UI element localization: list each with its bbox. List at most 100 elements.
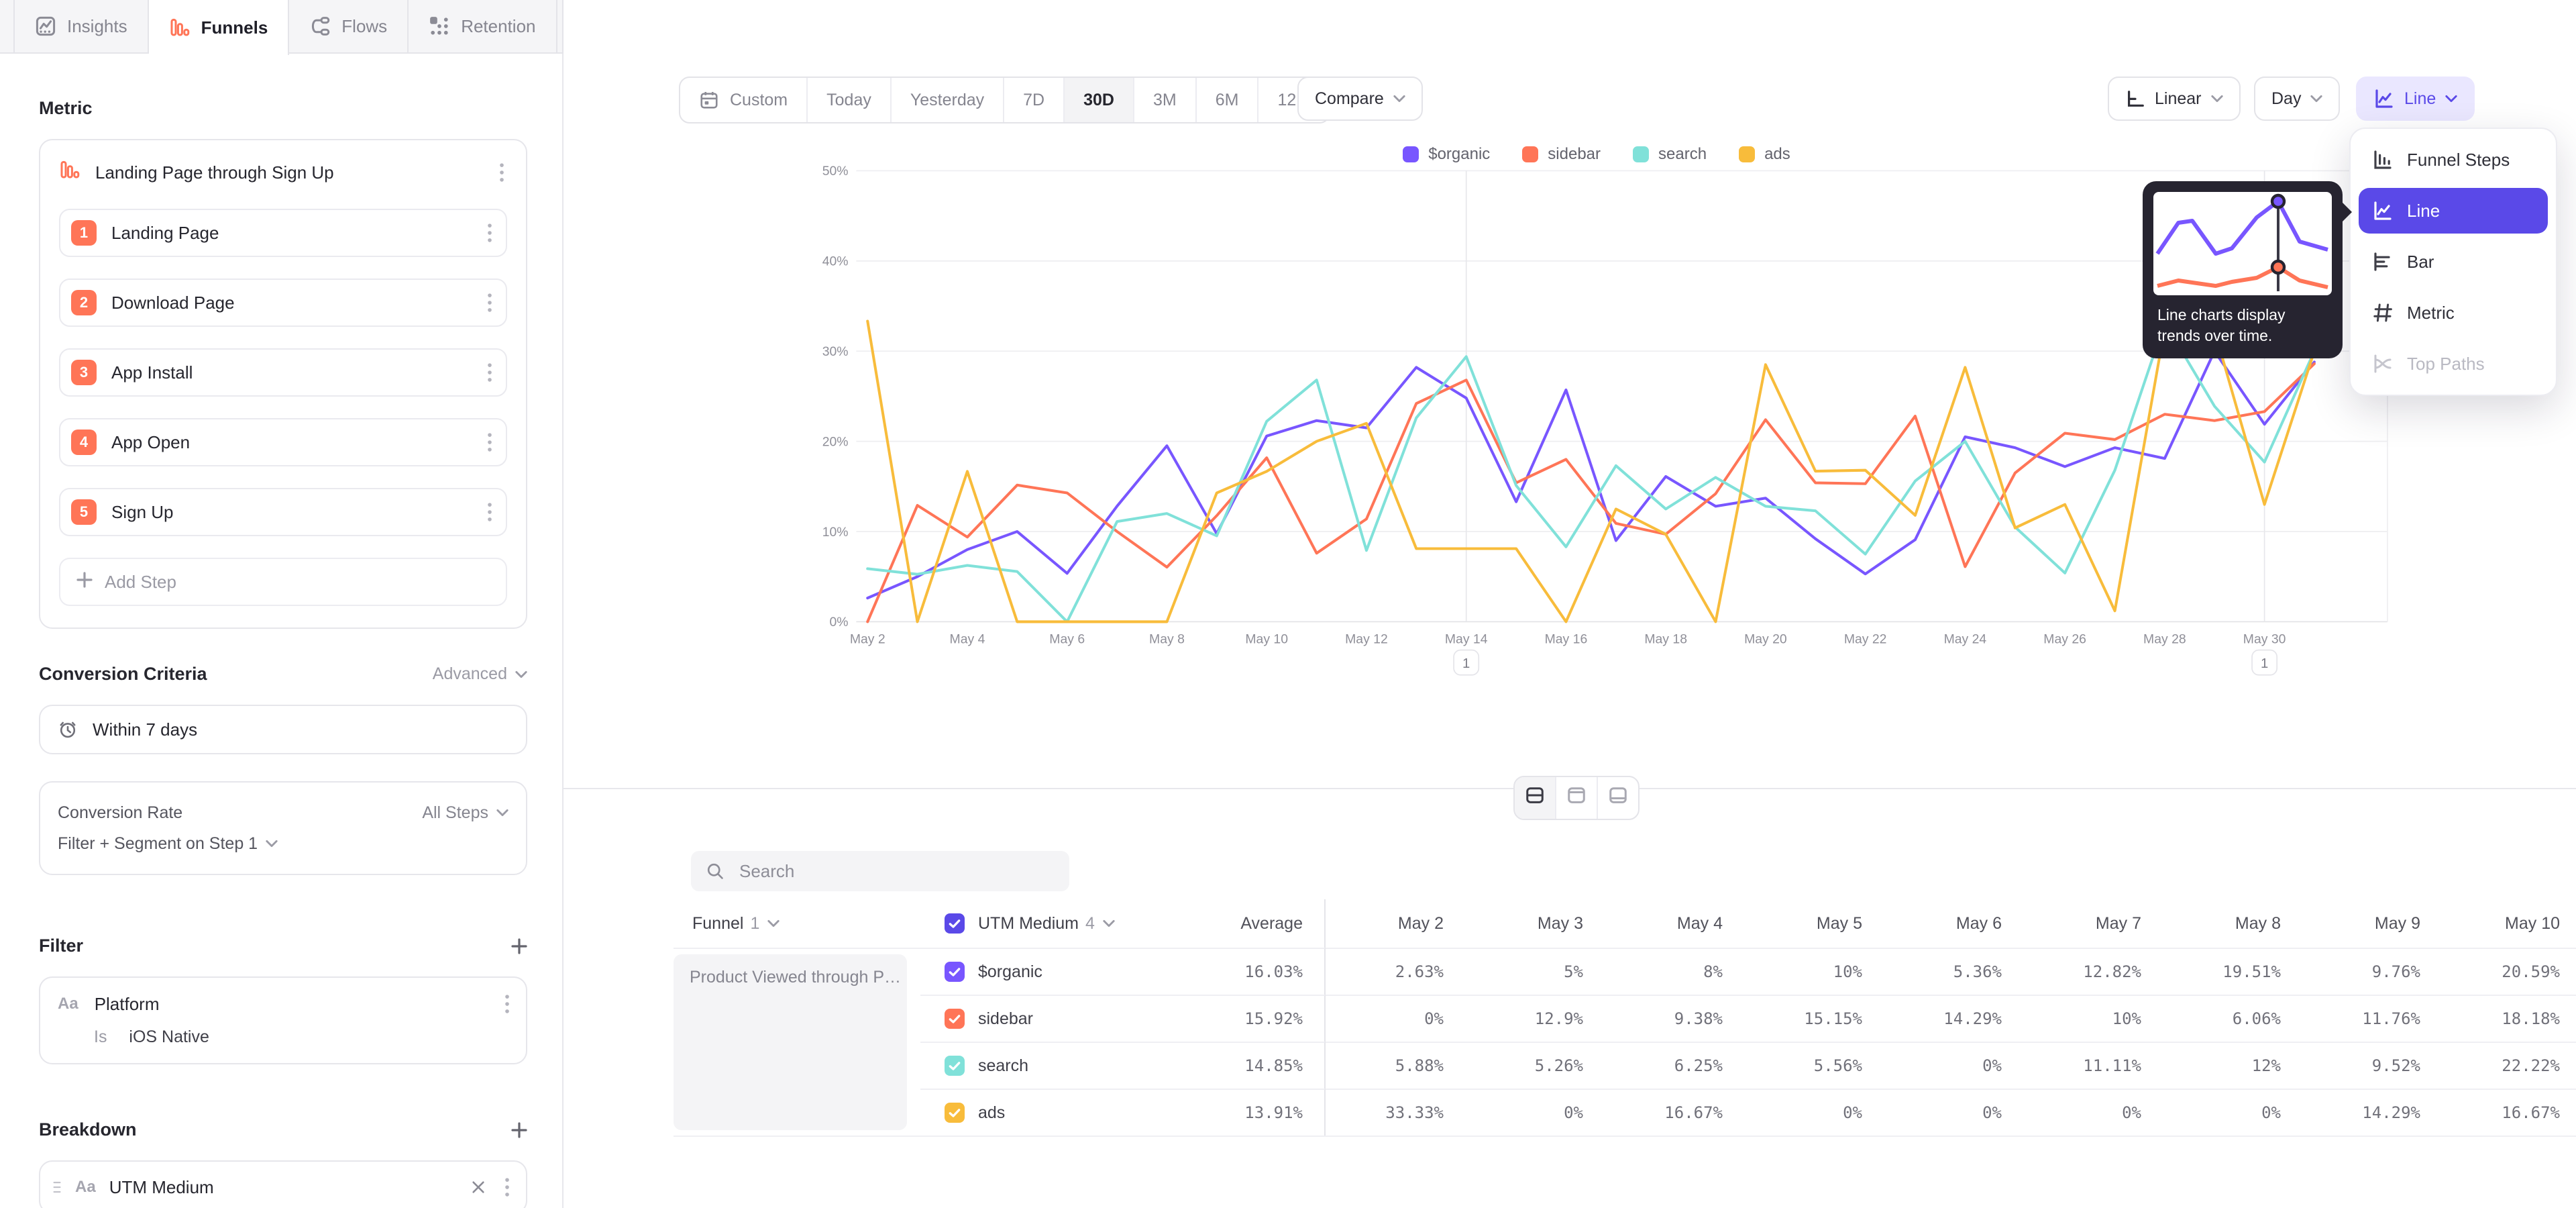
step-kebab-menu-icon[interactable] [484,430,495,455]
funnel-steps-icon [2372,149,2394,170]
scale-select-button[interactable]: Linear [2108,77,2241,121]
date-range-3m[interactable]: 3M [1134,78,1197,122]
table-row-label-sidebar: sidebar [920,995,1186,1042]
line-chart-icon [2373,88,2395,109]
column-header-may-7[interactable]: May 7 [2023,899,2163,948]
date-range-today[interactable]: Today [808,78,892,122]
chevron-down-icon [1393,95,1405,103]
menu-item-line[interactable]: Line [2359,188,2548,234]
svg-text:10%: 10% [822,525,849,540]
column-header-may-2[interactable]: May 2 [1326,899,1465,948]
drag-handle-icon[interactable] [52,1180,62,1195]
column-header-may-4[interactable]: May 4 [1605,899,1744,948]
conversion-rate-select[interactable]: All Steps [422,803,508,823]
series-line-search [867,322,2314,621]
legend-item-ads[interactable]: ads [1739,145,1790,164]
layout-split-view-button[interactable] [1515,777,1556,819]
layout-table-view-button[interactable] [1598,777,1638,819]
series-line-ads [867,321,2314,622]
filter-segment-toggle[interactable]: Filter + Segment on Step 1 [58,834,278,854]
filter-value[interactable]: iOS Native [129,1027,209,1046]
date-range-custom[interactable]: Custom [680,78,808,122]
row-checkbox-ads[interactable] [945,1103,965,1123]
svg-text:May 2: May 2 [850,632,885,646]
funnel-group-cell: Product Viewed through P… [674,948,920,1136]
cell-ads-may-2: 33.33% [1326,1089,1465,1136]
funnel-step-landing-page[interactable]: 1Landing Page [59,209,507,257]
step-kebab-menu-icon[interactable] [484,290,495,315]
funnel-step-download-page[interactable]: 2Download Page [59,279,507,327]
column-header-average[interactable]: Average [1186,899,1326,948]
advanced-toggle[interactable]: Advanced [433,664,527,684]
cell-ads-average: 13.91% [1186,1089,1326,1136]
funnel-step-app-install[interactable]: 3App Install [59,348,507,397]
row-checkbox-sidebar[interactable] [945,1009,965,1029]
tab-retention[interactable]: Retention [409,0,557,52]
step-kebab-menu-icon[interactable] [484,220,495,246]
column-header-may-5[interactable]: May 5 [1744,899,1884,948]
svg-text:May 20: May 20 [1744,632,1787,646]
tab-flows[interactable]: Flows [289,0,409,52]
cell-ads-may-8: 0% [2163,1089,2302,1136]
cell-ads-may-7: 0% [2023,1089,2163,1136]
funnel-step-app-open[interactable]: 4App Open [59,418,507,466]
cell-sidebar-may-8: 6.06% [2163,995,2302,1042]
breakdown-column-header[interactable]: UTM Medium4 [920,899,1186,948]
close-icon[interactable] [468,1177,488,1197]
granularity-select-button[interactable]: Day [2254,77,2340,121]
step-kebab-menu-icon[interactable] [484,499,495,525]
svg-text:May 16: May 16 [1545,632,1588,646]
cell-ads-may-4: 16.67% [1605,1089,1744,1136]
bar-chart-icon [2372,251,2394,272]
add-step-button[interactable]: Add Step [59,558,507,606]
conversion-rate-card: Conversion Rate All Steps Filter + Segme… [39,781,527,875]
column-header-may-8[interactable]: May 8 [2163,899,2302,948]
filter-kebab-menu-icon[interactable] [502,991,513,1017]
chart-legend: $organic sidebar search ads [724,145,2469,164]
cell-organic-may-6: 5.36% [1884,948,2023,995]
breakdown-utm-card[interactable]: Aa UTM Medium [39,1160,527,1208]
column-header-may-6[interactable]: May 6 [1884,899,2023,948]
date-range-yesterday[interactable]: Yesterday [892,78,1004,122]
add-filter-button[interactable] [511,938,527,954]
filter-platform-card[interactable]: Aa Platform Is iOS Native [39,976,527,1064]
svg-text:1: 1 [2261,656,2268,671]
column-header-may-9[interactable]: May 9 [2302,899,2442,948]
funnel-column-header[interactable]: Funnel1 [674,899,920,948]
legend-item-organic[interactable]: $organic [1403,145,1490,164]
cell-search-may-6: 0% [1884,1042,2023,1089]
chart-type-tooltip: Line charts display trends over time. [2143,181,2343,358]
chart-type-select-button[interactable]: Line [2356,77,2475,121]
legend-item-search[interactable]: search [1633,145,1707,164]
search-input[interactable] [737,860,1055,883]
tooltip-text: Line charts display trends over time. [2153,295,2332,346]
cell-search-may-5: 5.56% [1744,1042,1884,1089]
funnel-kebab-menu-icon[interactable] [496,160,507,185]
add-breakdown-button[interactable] [511,1122,527,1138]
legend-item-sidebar[interactable]: sidebar [1522,145,1601,164]
table-row-label-ads: ads [920,1089,1186,1136]
compare-button[interactable]: Compare [1297,77,1423,121]
row-checkbox-organic[interactable] [945,962,965,982]
funnel-step-sign-up[interactable]: 5Sign Up [59,488,507,536]
tab-funnels[interactable]: Funnels [149,0,290,55]
menu-item-bar[interactable]: Bar [2359,239,2548,285]
chevron-down-icon [2310,95,2322,103]
menu-item-metric[interactable]: Metric [2359,290,2548,336]
cell-organic-may-5: 10% [1744,948,1884,995]
date-range-7d[interactable]: 7D [1004,78,1065,122]
breakdown-kebab-menu-icon[interactable] [502,1174,513,1200]
svg-text:May 26: May 26 [2043,632,2086,646]
date-range-6m[interactable]: 6M [1197,78,1259,122]
column-header-may-10[interactable]: May 10 [2442,899,2576,948]
row-checkbox-search[interactable] [945,1056,965,1076]
layout-chart-view-button[interactable] [1556,777,1598,819]
step-kebab-menu-icon[interactable] [484,360,495,385]
conversion-window-button[interactable]: Within 7 days [39,705,527,754]
menu-item-funnel-steps[interactable]: Funnel Steps [2359,137,2548,183]
column-header-may-3[interactable]: May 3 [1465,899,1605,948]
select-all-checkbox[interactable] [945,913,965,934]
filter-operator[interactable]: Is [94,1027,107,1046]
date-range-30d[interactable]: 30D [1065,78,1134,122]
tab-insights[interactable]: Insights [13,0,149,52]
